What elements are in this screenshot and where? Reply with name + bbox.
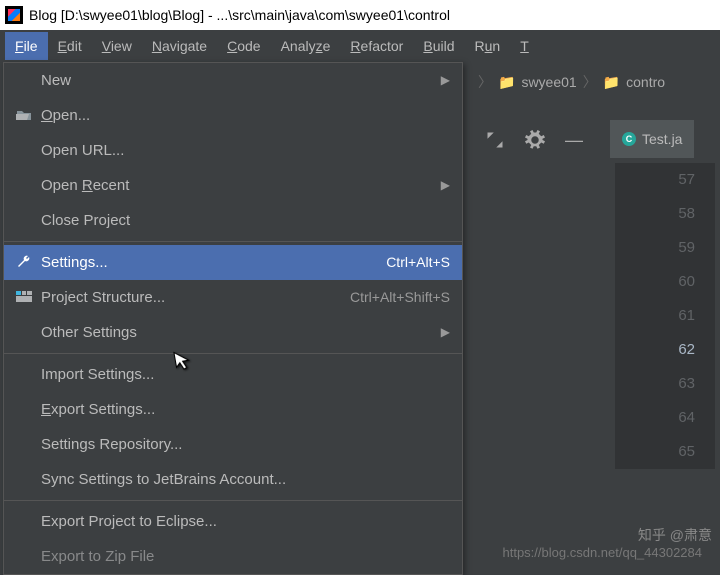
menu-export-settings[interactable]: Export Settings... [4, 392, 462, 427]
menu-file[interactable]: File [5, 32, 48, 60]
tab-label: Test.ja [642, 131, 682, 147]
file-menu-dropdown: New ▶ Open... Open URL... Open Recent ▶ … [3, 62, 463, 575]
folder-open-icon [16, 107, 36, 123]
app-icon [5, 6, 23, 24]
line-number: 64 [615, 401, 695, 435]
separator [4, 241, 462, 242]
submenu-arrow-icon: ▶ [441, 325, 450, 339]
line-gutter: 57 58 59 60 61 62 63 64 65 [615, 163, 715, 469]
breadcrumb-item[interactable]: contro [626, 74, 665, 90]
submenu-arrow-icon: ▶ [441, 73, 450, 87]
submenu-arrow-icon: ▶ [441, 178, 450, 192]
menu-view[interactable]: View [92, 32, 142, 60]
menu-navigate[interactable]: Navigate [142, 32, 217, 60]
dash-icon[interactable]: — [565, 130, 583, 151]
menu-t[interactable]: T [510, 32, 539, 60]
menu-settings[interactable]: Settings... Ctrl+Alt+S [4, 245, 462, 280]
menu-export-zip[interactable]: Export to Zip File [4, 539, 462, 574]
shortcut: Ctrl+Alt+S [386, 254, 450, 270]
line-number: 63 [615, 367, 695, 401]
window-title: Blog [D:\swyee01\blog\Blog] - ...\src\ma… [29, 7, 450, 23]
folder-icon: 📁 [603, 74, 620, 91]
line-number-current: 62 [615, 333, 695, 367]
separator [4, 500, 462, 501]
menu-settings-repo[interactable]: Settings Repository... [4, 427, 462, 462]
blank-icon [16, 72, 36, 88]
line-number: 61 [615, 299, 695, 333]
watermark: 知乎 @肃意 [638, 525, 712, 545]
title-bar: Blog [D:\swyee01\blog\Blog] - ...\src\ma… [0, 0, 720, 30]
watermark: https://blog.csdn.net/qq_44302284 [503, 545, 703, 560]
line-number: 57 [615, 163, 695, 197]
shortcut: Ctrl+Alt+Shift+S [350, 289, 450, 305]
menu-new[interactable]: New ▶ [4, 63, 462, 98]
line-number: 60 [615, 265, 695, 299]
line-number: 58 [615, 197, 695, 231]
menu-refactor[interactable]: Refactor [340, 32, 413, 60]
gear-icon[interactable] [525, 130, 545, 150]
menu-edit[interactable]: Edit [48, 32, 92, 60]
menu-other-settings[interactable]: Other Settings ▶ [4, 315, 462, 350]
menu-open-url[interactable]: Open URL... [4, 133, 462, 168]
structure-icon [16, 289, 36, 305]
breadcrumb-item[interactable]: swyee01 [521, 74, 576, 90]
menu-sync-jetbrains[interactable]: Sync Settings to JetBrains Account... [4, 462, 462, 497]
menu-import-settings[interactable]: Import Settings... [4, 357, 462, 392]
folder-icon: 📁 [498, 74, 515, 91]
menu-project-structure[interactable]: Project Structure... Ctrl+Alt+Shift+S [4, 280, 462, 315]
line-number: 65 [615, 435, 695, 469]
menu-code[interactable]: Code [217, 32, 270, 60]
menu-run[interactable]: Run [465, 32, 511, 60]
editor-tab[interactable]: C Test.ja [610, 120, 694, 158]
java-class-icon: C [622, 132, 636, 146]
menu-export-eclipse[interactable]: Export Project to Eclipse... [4, 504, 462, 539]
line-number: 59 [615, 231, 695, 265]
menu-bar: File Edit View Navigate Code Analyze Ref… [0, 30, 720, 62]
separator [4, 353, 462, 354]
expand-icon[interactable] [485, 130, 505, 150]
menu-open-recent[interactable]: Open Recent ▶ [4, 168, 462, 203]
wrench-icon [16, 254, 36, 270]
breadcrumb: 〉 📁 swyee01 〉 📁 contro [470, 62, 720, 102]
menu-close-project[interactable]: Close Project [4, 203, 462, 238]
menu-build[interactable]: Build [413, 32, 464, 60]
menu-open[interactable]: Open... [4, 98, 462, 133]
chevron-right-icon: 〉 [583, 72, 597, 92]
menu-analyze[interactable]: Analyze [271, 32, 341, 60]
chevron-right-icon: 〉 [478, 72, 492, 92]
